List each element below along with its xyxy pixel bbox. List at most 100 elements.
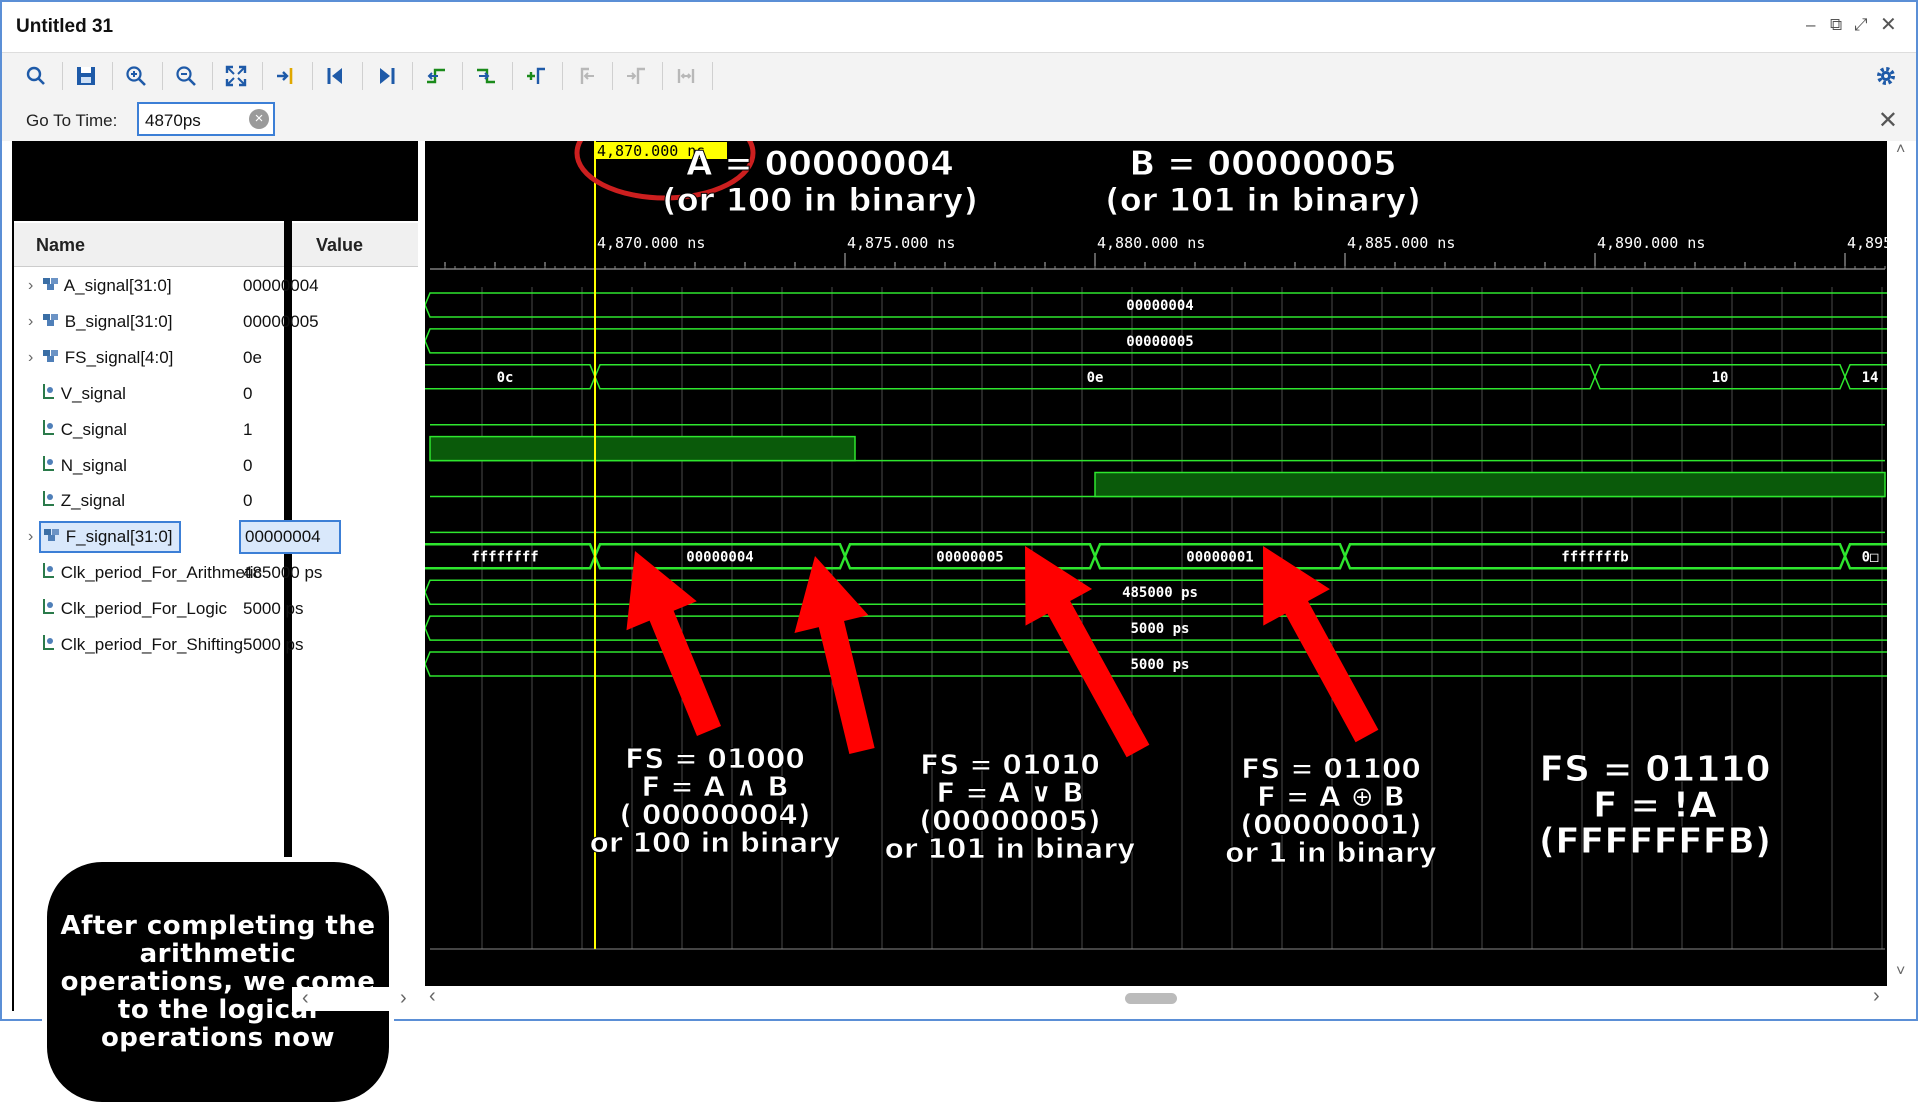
signal-name: Clk_period_For_Arithmetic	[60, 563, 262, 582]
clk-logic-bus-value: 5000 ps	[1130, 621, 1189, 637]
bit-signal-icon	[42, 484, 56, 520]
title-bar: Untitled 31 – ⧉ ⤢ ✕	[2, 2, 1916, 52]
c-signal-high	[429, 435, 856, 462]
save-icon[interactable]	[70, 60, 102, 92]
toolbar	[2, 52, 1916, 100]
signal-value: 00000004	[243, 276, 319, 295]
b-bus-value: 00000005	[1126, 334, 1193, 350]
signal-name: B_signal[31:0]	[64, 312, 173, 331]
fs-bus-value: 0c	[497, 370, 514, 386]
swap-cursors-icon[interactable]	[670, 60, 702, 92]
go-to-cursor-icon[interactable]	[270, 60, 302, 92]
n-signal-high	[1094, 471, 1886, 498]
signal-value: 1	[243, 420, 253, 439]
scroll-thumb[interactable]	[1125, 993, 1177, 1004]
signal-label: B_signal[31:0]	[42, 304, 172, 341]
previous-marker-icon[interactable]	[570, 60, 602, 92]
next-transition-icon[interactable]	[470, 60, 502, 92]
expand-chevron-icon[interactable]: ›	[28, 340, 33, 376]
go-to-time-zero-icon[interactable]	[320, 60, 352, 92]
maximize-icon[interactable]: ⤢	[1854, 15, 1868, 35]
zoom-in-icon[interactable]	[120, 60, 152, 92]
signal-name: Clk_period_For_Logic	[60, 599, 228, 618]
fs-bus-value: 10	[1712, 370, 1729, 386]
callout-text: After completing the arithmetic operatio…	[61, 912, 376, 1052]
go-to-time-input[interactable]: 4870ps ×	[137, 102, 275, 136]
go-to-last-time-icon[interactable]	[370, 60, 402, 92]
annotation-arrow	[1263, 546, 1379, 743]
vertical-scrollbar[interactable]: ˄ ˅	[1890, 141, 1916, 1011]
value-column-header[interactable]: Value	[292, 223, 418, 267]
restore-icon[interactable]: ⧉	[1830, 15, 1842, 35]
signal-value: 0	[243, 384, 253, 403]
scroll-right-icon[interactable]: ›	[400, 987, 407, 1010]
signal-label: Clk_period_For_Shifting	[42, 627, 243, 664]
signal-value: 0	[243, 456, 253, 475]
or-block-line: or 101 in binary	[885, 832, 1136, 865]
clk-arith-bus-value: 485000 ps	[1122, 585, 1198, 601]
time-label: 4,890.000 ns	[1597, 234, 1705, 252]
scroll-down-icon[interactable]: ˅	[1896, 963, 1905, 981]
expand-chevron-icon[interactable]: ›	[28, 268, 33, 304]
f-bus-value: fffffffb	[1561, 549, 1628, 565]
f-bus-value: 0□	[1862, 549, 1879, 565]
bus-signal-icon	[42, 269, 60, 305]
zoom-fit-icon[interactable]	[220, 60, 252, 92]
waveform-canvas[interactable]: 4,870.000 ns 4,875.000 ns 4,880.000 ns 4,88…	[413, 105, 1897, 986]
not-block-line: (FFFFFFFB)	[1539, 821, 1772, 862]
scroll-left-icon[interactable]: ‹	[429, 985, 436, 1008]
f-bus-value: 00000001	[1186, 549, 1253, 565]
time-label: 4,885.000 ns	[1347, 234, 1455, 252]
settings-icon[interactable]	[1870, 60, 1902, 92]
time-label: 4,880.000 ns	[1097, 234, 1205, 252]
xor-block-line: or 1 in binary	[1225, 836, 1437, 869]
signal-name: Clk_period_For_Shifting	[60, 635, 244, 654]
signal-label: N_signal	[42, 448, 127, 485]
scroll-right-icon[interactable]: ›	[1873, 985, 1880, 1008]
annotation-arrow	[794, 556, 875, 755]
b-value-annotation: B = 00000005	[1129, 144, 1396, 184]
signal-name: FS_signal[4:0]	[64, 348, 174, 367]
previous-transition-icon[interactable]	[420, 60, 452, 92]
callout-line: operations now	[100, 1023, 336, 1053]
name-column-header[interactable]: Name	[14, 223, 284, 267]
signal-value: 485000 ps	[243, 563, 323, 582]
go-to-time-value: 4870ps	[145, 111, 201, 130]
signal-name: N_signal	[60, 456, 127, 475]
next-marker-icon[interactable]	[620, 60, 652, 92]
waveform-panel[interactable]: 4,870.000 ns 4,875.000 ns 4,880.000 ns 4,88…	[413, 105, 1897, 986]
search-icon[interactable]	[20, 60, 52, 92]
clk-shift-bus-value: 5000 ps	[1130, 657, 1189, 673]
signal-value: 5000 ps	[243, 635, 304, 654]
expand-chevron-icon[interactable]: ›	[28, 519, 33, 555]
horizontal-scrollbar[interactable]: ‹ ›	[425, 985, 1887, 1011]
close-icon[interactable]: ✕	[1880, 12, 1897, 37]
signal-name: C_signal	[60, 420, 127, 439]
selected-signal[interactable]: F_signal[31:0]	[39, 521, 181, 553]
signal-label: Z_signal	[42, 483, 125, 520]
close-goto-bar-icon[interactable]: ✕	[1878, 106, 1898, 135]
callout-line: After completing the	[60, 911, 376, 941]
not-block-line: F = !A	[1593, 785, 1717, 826]
f-bus-value: ffffffff	[471, 549, 538, 565]
bit-signal-icon	[42, 377, 56, 413]
bus-signal-icon	[42, 341, 60, 377]
scroll-up-icon[interactable]: ˄	[1896, 141, 1905, 159]
signal-name: V_signal	[60, 384, 126, 403]
not-block-line: FS = 01110	[1540, 749, 1771, 790]
add-marker-icon[interactable]	[520, 60, 552, 92]
window-title: Untitled 31	[16, 16, 114, 37]
zoom-out-icon[interactable]	[170, 60, 202, 92]
clear-icon[interactable]: ×	[249, 109, 269, 129]
go-to-time-bar: Go To Time: 4870ps × ✕	[2, 99, 1916, 141]
minimize-icon[interactable]: –	[1806, 15, 1815, 35]
time-label: 4,895	[1847, 234, 1887, 252]
expand-chevron-icon[interactable]: ›	[28, 304, 33, 340]
callout-bubble: After completing the arithmetic operatio…	[42, 857, 394, 1107]
signal-label: C_signal	[42, 412, 127, 449]
value-hscrollbar[interactable]: ‹ ›	[292, 987, 418, 1011]
signal-name: A_signal[31:0]	[63, 276, 172, 295]
and-block-line: or 100 in binary	[590, 826, 841, 859]
scroll-left-icon[interactable]: ‹	[302, 987, 309, 1010]
signal-value: 5000 ps	[243, 599, 304, 618]
